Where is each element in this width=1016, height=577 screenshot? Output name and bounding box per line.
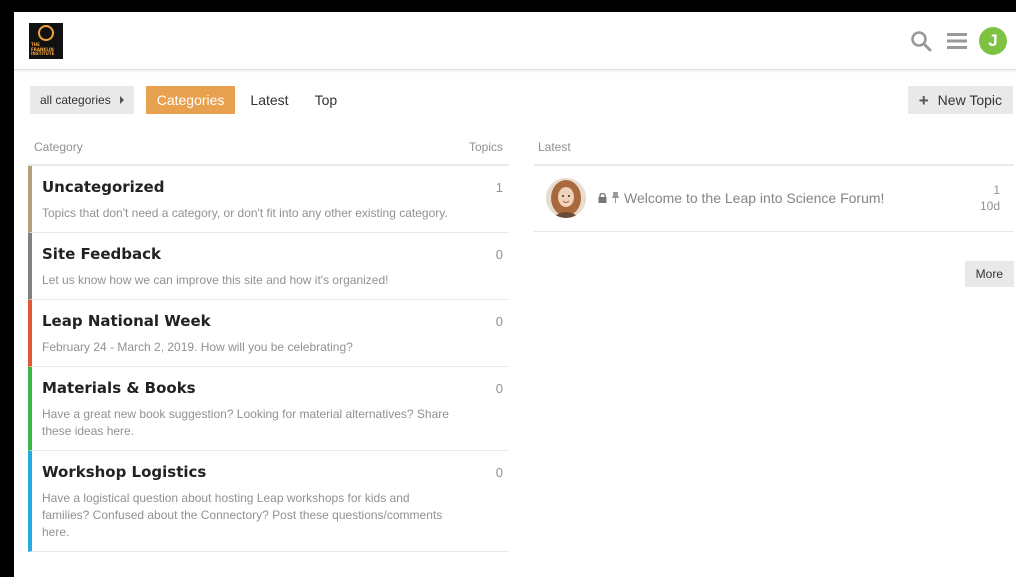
topic-stats: 1 10d (980, 182, 1000, 214)
tab-categories[interactable]: Categories (145, 86, 236, 114)
category-row-materials-books[interactable]: Materials & Books Have a great new book … (28, 367, 509, 451)
topic-post-count: 1 (993, 183, 1000, 197)
user-avatar[interactable]: J (978, 26, 1008, 56)
category-topic-count: 0 (495, 381, 503, 396)
forum-window: THE FRANKLIN INSTITUTE J all categories … (14, 12, 1016, 577)
categories-table: Category Topics Uncategorized Topics tha… (28, 130, 509, 552)
category-description: Have a great new book suggestion? Lookin… (42, 407, 449, 438)
site-header: THE FRANKLIN INSTITUTE J (14, 12, 1016, 70)
category-description: February 24 - March 2, 2019. How will yo… (42, 340, 353, 354)
tab-top[interactable]: Top (304, 86, 349, 114)
category-description: Topics that don't need a category, or do… (42, 206, 448, 220)
column-header-category: Category (34, 140, 83, 154)
category-row-site-feedback[interactable]: Site Feedback Let us know how we can imp… (28, 233, 509, 300)
latest-topics: Latest Welcome to the Leap into Science … (534, 130, 1014, 287)
caret-right-icon (119, 96, 124, 104)
search-icon[interactable] (906, 26, 936, 56)
topic-age[interactable]: 10d (980, 198, 1000, 214)
category-row-leap-national-week[interactable]: Leap National Week February 24 - March 2… (28, 300, 509, 367)
pin-icon (611, 190, 620, 206)
category-row-uncategorized[interactable]: Uncategorized Topics that don't need a c… (28, 166, 509, 233)
column-header-topics: Topics (468, 140, 503, 154)
category-topic-count: 0 (495, 465, 503, 480)
topic-title[interactable]: Welcome to the Leap into Science Forum! (624, 190, 884, 206)
category-row-workshop-logistics[interactable]: Workshop Logistics Have a logistical que… (28, 451, 509, 552)
site-logo[interactable]: THE FRANKLIN INSTITUTE (29, 23, 63, 59)
tab-latest[interactable]: Latest (239, 86, 299, 114)
poster-avatar[interactable] (546, 178, 586, 218)
category-topic-count: 0 (495, 314, 503, 329)
category-name[interactable]: Materials & Books (42, 379, 449, 397)
category-topic-count: 1 (495, 180, 503, 195)
avatar-letter: J (979, 27, 1007, 55)
hamburger-menu-icon[interactable] (942, 26, 972, 56)
category-name[interactable]: Uncategorized (42, 178, 449, 196)
latest-header: Latest (534, 130, 1014, 166)
topic-title-link[interactable]: Welcome to the Leap into Science Forum! (598, 190, 884, 206)
header-icons: J (900, 26, 1008, 56)
categories-table-header: Category Topics (28, 130, 509, 166)
lock-icon (598, 190, 607, 206)
logo-text: THE FRANKLIN INSTITUTE (31, 42, 55, 56)
category-dropdown-label: all categories (40, 93, 111, 107)
topic-row[interactable]: Welcome to the Leap into Science Forum! … (534, 166, 1014, 232)
category-name[interactable]: Leap National Week (42, 312, 449, 330)
more-button[interactable]: More (964, 261, 1014, 287)
category-dropdown[interactable]: all categories (30, 86, 134, 114)
new-topic-label: New Topic (937, 92, 1002, 108)
category-topic-count: 0 (495, 247, 503, 262)
logo-ring (38, 25, 54, 41)
plus-icon: + (918, 90, 929, 110)
new-topic-button[interactable]: + New Topic (907, 86, 1013, 114)
navigation-bar: all categories Categories Latest Top (30, 86, 352, 114)
category-description: Let us know how we can improve this site… (42, 273, 389, 287)
category-description: Have a logistical question about hosting… (42, 491, 443, 539)
category-name[interactable]: Site Feedback (42, 245, 449, 263)
category-name[interactable]: Workshop Logistics (42, 463, 449, 481)
